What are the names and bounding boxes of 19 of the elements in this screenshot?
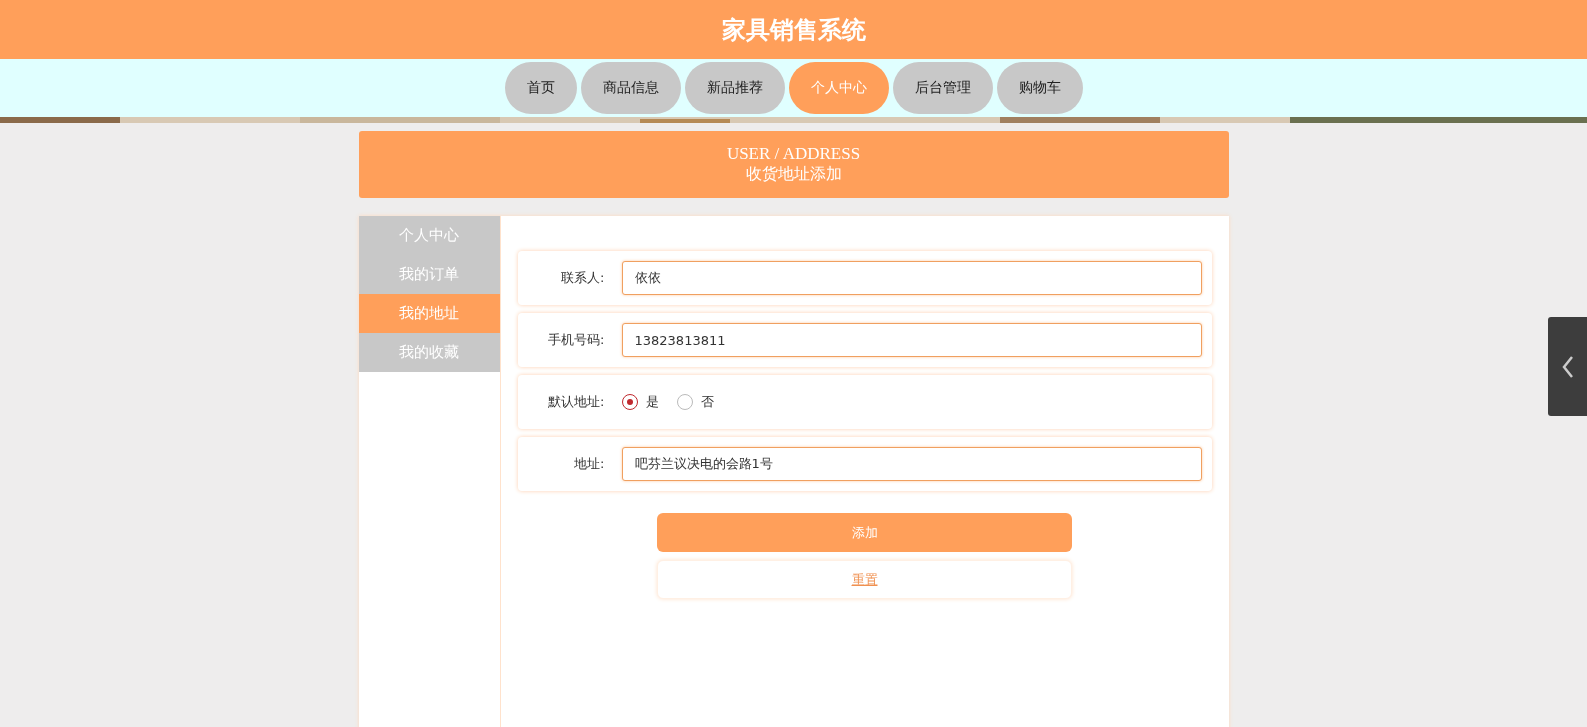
- radio-label: 否: [700, 393, 714, 411]
- nav-tab[interactable]: 新品推荐: [684, 62, 785, 114]
- nav-tab[interactable]: 商品信息: [580, 62, 681, 114]
- field-label: 默认地址:: [547, 393, 605, 411]
- field-label: 手机号码:: [547, 331, 605, 349]
- banner-subtitle: 收货地址添加: [745, 164, 842, 185]
- input-field[interactable]: 13823813811: [621, 323, 1202, 357]
- side-drawer-tab[interactable]: [1548, 317, 1587, 416]
- radio-label: 是: [645, 393, 659, 411]
- banner-title: USER / ADDRESS: [726, 144, 861, 164]
- field-label: 联系人:: [560, 269, 605, 287]
- field-label: 地址:: [573, 455, 605, 473]
- nav-tab[interactable]: 首页: [504, 62, 577, 114]
- nav-tab[interactable]: 购物车: [996, 62, 1083, 114]
- site-title: 家具销售系统: [721, 14, 866, 46]
- nav-tab[interactable]: 后台管理: [892, 62, 993, 114]
- chevron-left-icon: [1560, 354, 1575, 379]
- input-field[interactable]: 吧芬兰议决电的会路1号: [621, 447, 1202, 481]
- input-field[interactable]: 依依: [621, 261, 1202, 295]
